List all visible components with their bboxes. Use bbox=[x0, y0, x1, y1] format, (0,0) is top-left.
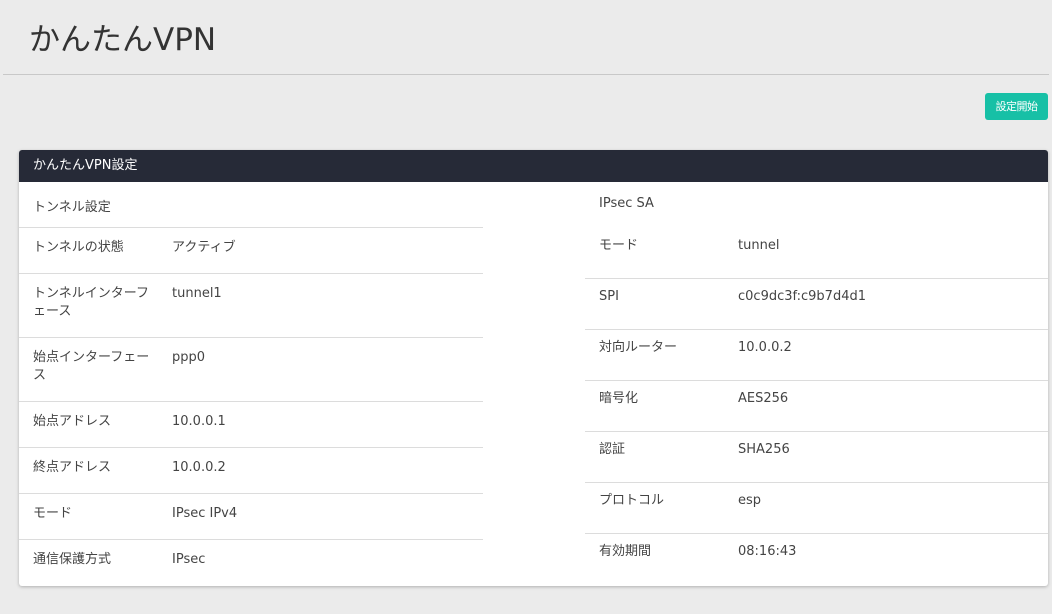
row-value: アクティブ bbox=[172, 240, 236, 255]
table-row: 通信保護方式 IPsec bbox=[19, 540, 483, 586]
row-key: 通信保護方式 bbox=[33, 552, 112, 567]
row-key: 暗号化 bbox=[599, 391, 639, 406]
table-row: 暗号化 AES256 bbox=[585, 381, 1048, 432]
row-value: 10.0.0.2 bbox=[172, 460, 226, 475]
tunnel-settings-column: トンネル設定 トンネルの状態 アクティブ トンネルインターフェース tunnel… bbox=[19, 182, 483, 586]
table-row: 始点アドレス 10.0.0.1 bbox=[19, 402, 483, 448]
row-value: c0c9dc3f:c9b7d4d1 bbox=[738, 289, 866, 304]
row-value: ppp0 bbox=[172, 350, 206, 365]
row-key: 認証 bbox=[599, 442, 626, 457]
table-row: 認証 SHA256 bbox=[585, 432, 1048, 483]
row-value: IPsec bbox=[172, 552, 206, 567]
panel-heading: かんたんVPN設定 bbox=[19, 150, 1048, 182]
start-setup-button[interactable]: 設定開始 bbox=[985, 93, 1048, 120]
ipsec-sa-column: IPsec SA モード tunnel SPI c0c9dc3f:c9b7d4d… bbox=[585, 182, 1048, 585]
page: かんたんVPN 設定開始 かんたんVPN設定 トンネル設定 トンネルの状態 アク… bbox=[0, 0, 1052, 614]
ipsec-sa-section-label: IPsec SA bbox=[599, 196, 654, 211]
table-row: 有効期間 08:16:43 bbox=[585, 534, 1048, 585]
row-value: 10.0.0.1 bbox=[172, 414, 226, 429]
row-value: tunnel bbox=[738, 238, 780, 253]
table-row: モード IPsec IPv4 bbox=[19, 494, 483, 540]
table-row: プロトコル esp bbox=[585, 483, 1048, 534]
table-row: SPI c0c9dc3f:c9b7d4d1 bbox=[585, 279, 1048, 330]
row-key: プロトコル bbox=[599, 493, 665, 508]
row-value: esp bbox=[738, 493, 762, 508]
table-row: 終点アドレス 10.0.0.2 bbox=[19, 448, 483, 494]
row-value: IPsec IPv4 bbox=[172, 506, 238, 521]
row-value: AES256 bbox=[738, 391, 789, 406]
row-key: モード bbox=[33, 506, 73, 521]
row-value: tunnel1 bbox=[172, 286, 222, 301]
table-row: トンネルインターフェース tunnel1 bbox=[19, 274, 483, 338]
table-row: モード tunnel bbox=[585, 228, 1048, 279]
table-row: 対向ルーター 10.0.0.2 bbox=[585, 330, 1048, 381]
row-key: トンネルの状態 bbox=[33, 240, 124, 255]
row-value: 08:16:43 bbox=[738, 544, 797, 559]
row-key: 始点アドレス bbox=[33, 414, 112, 429]
column-gap bbox=[483, 182, 585, 586]
row-key: 終点アドレス bbox=[33, 460, 112, 475]
row-value: SHA256 bbox=[738, 442, 790, 457]
table-row: 始点インターフェース ppp0 bbox=[19, 338, 483, 402]
tunnel-section-label: トンネル設定 bbox=[19, 182, 483, 228]
header-divider bbox=[3, 74, 1049, 75]
row-key: 有効期間 bbox=[599, 544, 652, 559]
row-key: 対向ルーター bbox=[599, 340, 678, 355]
row-key: 始点インターフェース bbox=[33, 350, 150, 383]
row-key: トンネルインターフェース bbox=[33, 286, 149, 319]
page-title: かんたんVPN bbox=[29, 22, 217, 58]
row-value: 10.0.0.2 bbox=[738, 340, 792, 355]
row-key: モード bbox=[599, 238, 639, 253]
vpn-settings-panel: かんたんVPN設定 トンネル設定 トンネルの状態 アクティブ トンネルインターフ… bbox=[19, 150, 1048, 586]
row-key: SPI bbox=[599, 289, 619, 304]
table-row: トンネルの状態 アクティブ bbox=[19, 228, 483, 274]
